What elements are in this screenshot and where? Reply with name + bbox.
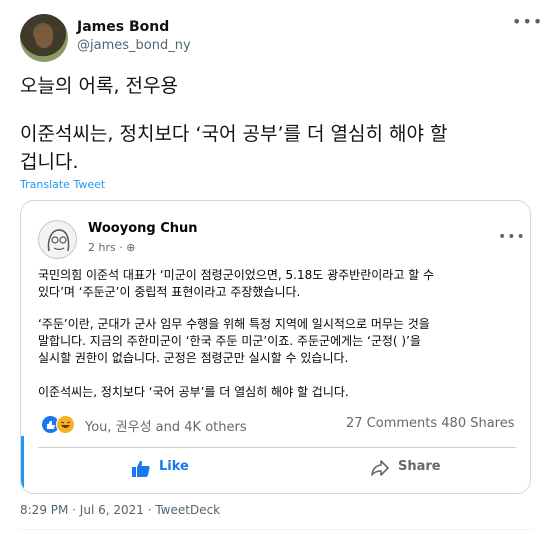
fb-author-name[interactable]: Wooyong Chun <box>88 221 198 236</box>
fb-paragraph-1-line-1: 국민의힘 이준석 대표가 ‘미군이 점령군이었으면, 5.18도 광주반란이라고… <box>38 268 435 282</box>
tweet-text-line-2: 이준석씨는, 정치보다 ‘국어 공부’를 더 열심히 해야 할 <box>20 123 448 145</box>
bottom-divider <box>20 529 532 530</box>
divider <box>38 447 516 448</box>
share-arrow-icon <box>371 460 389 476</box>
reaction-icons[interactable] <box>41 415 81 435</box>
embedded-facebook-post[interactable]: Wooyong Chun 2 hrs · ⊕ ••• 국민의힘 이준석 대표가 … <box>20 200 531 494</box>
thumbs-up-icon <box>132 460 150 477</box>
tweet-text-line-1: 오늘의 어록, 전우용 <box>20 75 178 97</box>
author-name[interactable]: James Bond <box>77 19 169 35</box>
fb-paragraph-3: 이준석씨는, 정치보다 ‘국어 공부’를 더 열심히 해야 할 겁니다. <box>38 385 349 399</box>
comments-count[interactable]: 27 Comments <box>346 416 437 431</box>
fb-paragraph-2-line-3: 실시할 권한이 없습니다. 군정은 점령군만 실시할 수 있습니다. <box>38 351 349 365</box>
fb-paragraph-2-line-1: ‘주둔’이란, 군대가 군사 임무 수행을 위해 특정 지역에 일시적으로 머무… <box>38 317 430 331</box>
haha-reaction-icon <box>56 415 75 434</box>
fb-post-time: 2 hrs · ⊕ <box>88 241 136 254</box>
globe-icon: ⊕ <box>126 241 136 254</box>
tweet-timestamp[interactable]: 8:29 PM · Jul 6, 2021 · TweetDeck <box>20 503 220 517</box>
engagement-counts: 27 Comments 480 Shares <box>346 416 515 431</box>
fb-paragraph-2-line-2: 말합니다. 지금의 주한미군이 ‘한국 주둔 미군’이죠. 주둔군에게는 ‘군정… <box>38 334 421 348</box>
fb-more-icon[interactable]: ••• <box>498 229 526 245</box>
shares-count[interactable]: 480 Shares <box>441 416 514 431</box>
more-horizontal-icon[interactable]: ••• <box>512 12 543 31</box>
fb-share-button[interactable]: Share <box>370 457 470 481</box>
tweet-text-line-3: 겁니다. <box>20 151 79 173</box>
focus-indicator <box>21 436 24 493</box>
reactions-summary[interactable]: You, 권우성 and 4K others <box>85 416 247 435</box>
fb-author-avatar[interactable] <box>38 220 77 259</box>
fb-paragraph-1-line-2: 있다’며 ‘주둔군’이 중립적 표현이라고 주장했습니다. <box>38 285 301 299</box>
author-avatar[interactable] <box>20 14 68 62</box>
tweet: James Bond @james_bond_ny ••• 오늘의 어록, 전우… <box>0 0 552 539</box>
fb-like-button[interactable]: Like <box>131 457 231 481</box>
translate-tweet-link[interactable]: Translate Tweet <box>20 178 105 191</box>
author-handle[interactable]: @james_bond_ny <box>77 38 191 53</box>
